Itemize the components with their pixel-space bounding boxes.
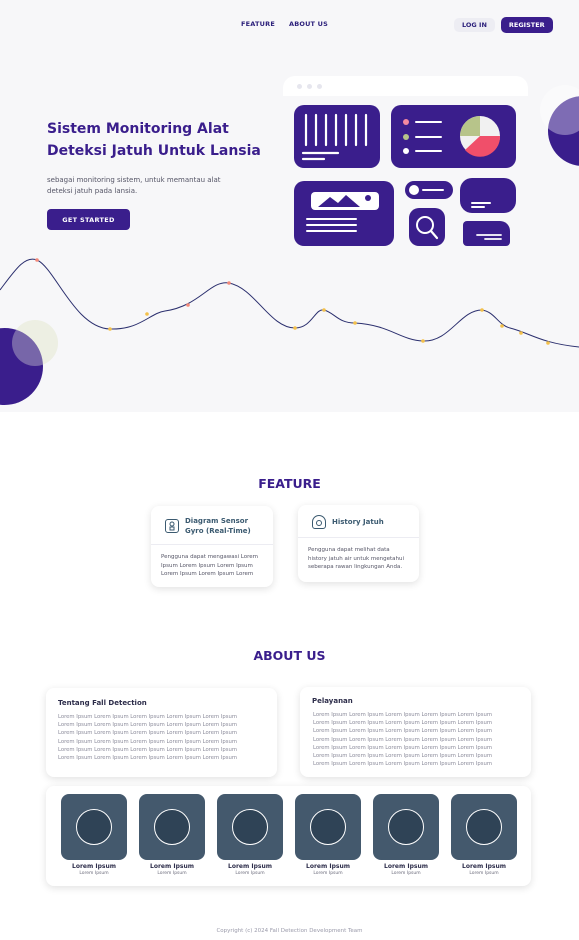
- about-text-line: Lorem Ipsum Lorem Ipsum Lorem Ipsum Lore…: [313, 753, 493, 760]
- feature-card-body: Pengguna dapat mengawasi Lorem Ipsum Lor…: [161, 554, 259, 577]
- footer-copyright: Copyright (c) 2024 Fall Detection Develo…: [216, 928, 363, 934]
- hero-section: FEATURE ABOUT US LOG IN REGISTER Sistem …: [0, 0, 579, 412]
- about-text-line: Lorem Ipsum Lorem Ipsum Lorem Ipsum Lore…: [313, 720, 493, 727]
- feature-title: FEATURE: [258, 476, 321, 491]
- toggle-icon: [405, 181, 453, 199]
- sensor-icon: [165, 519, 179, 533]
- team-member[interactable]: Lorem Ipsum Lorem Ipsum: [139, 794, 205, 876]
- about-text-line: Lorem Ipsum Lorem Ipsum Lorem Ipsum Lore…: [313, 728, 493, 735]
- feature-card-history[interactable]: History Jatuh Pengguna dapat melihat dat…: [298, 505, 419, 582]
- member-role: Lorem Ipsum: [79, 871, 109, 876]
- about-text-line: Lorem Ipsum Lorem Ipsum Lorem Ipsum Lore…: [58, 755, 238, 762]
- about-card-pelayanan: Pelayanan Lorem Ipsum Lorem Ipsum Lorem …: [300, 687, 531, 777]
- about-card-title: Tentang Fall Detection: [58, 699, 147, 707]
- nav-auth: LOG IN REGISTER: [454, 17, 553, 33]
- member-role: Lorem Ipsum: [157, 871, 187, 876]
- avatar: [61, 794, 127, 860]
- member-role: Lorem Ipsum: [469, 871, 499, 876]
- about-text-line: Lorem Ipsum Lorem Ipsum Lorem Ipsum Lore…: [313, 744, 493, 751]
- team-member[interactable]: Lorem Ipsum Lorem Ipsum: [217, 794, 283, 876]
- about-text-line: Lorem Ipsum Lorem Ipsum Lorem Ipsum Lore…: [313, 736, 493, 743]
- nav-link-feature[interactable]: FEATURE: [241, 20, 275, 28]
- chat-icon: [460, 178, 516, 213]
- nav-link-about-us[interactable]: ABOUT US: [289, 20, 328, 28]
- member-role: Lorem Ipsum: [391, 871, 421, 876]
- about-text-line: Lorem Ipsum Lorem Ipsum Lorem Ipsum Lore…: [58, 722, 238, 729]
- member-name: Lorem Ipsum: [462, 863, 506, 870]
- search-icon: [409, 208, 445, 246]
- about-card-fall-detection: Tentang Fall Detection Lorem Ipsum Lorem…: [46, 688, 277, 777]
- team-member[interactable]: Lorem Ipsum Lorem Ipsum: [451, 794, 517, 876]
- image-icon: [294, 181, 394, 246]
- bar-chart-icon: [294, 105, 380, 168]
- pie-chart-icon: [391, 105, 516, 168]
- team-member[interactable]: Lorem Ipsum Lorem Ipsum: [61, 794, 127, 876]
- history-icon: [312, 515, 326, 529]
- get-started-button[interactable]: GET STARTED: [47, 209, 130, 230]
- avatar: [217, 794, 283, 860]
- about-text-line: Lorem Ipsum Lorem Ipsum Lorem Ipsum Lore…: [58, 730, 238, 737]
- feature-card-title: History Jatuh: [332, 518, 384, 526]
- about-card-title: Pelayanan: [312, 697, 353, 705]
- feature-card-gyro[interactable]: Diagram Sensor Gyro (Real-Time) Pengguna…: [151, 506, 273, 587]
- about-text-line: Lorem Ipsum Lorem Ipsum Lorem Ipsum Lore…: [58, 746, 238, 753]
- login-button[interactable]: LOG IN: [454, 18, 495, 32]
- member-name: Lorem Ipsum: [150, 863, 194, 870]
- decor-circle-left-overlay: [12, 320, 58, 366]
- feature-card-title: Diagram Sensor Gyro (Real-Time): [185, 517, 251, 535]
- about-card-text: Lorem Ipsum Lorem Ipsum Lorem Ipsum Lore…: [46, 713, 277, 762]
- avatar: [139, 794, 205, 860]
- team-member[interactable]: Lorem Ipsum Lorem Ipsum: [295, 794, 361, 876]
- about-us-title: ABOUT US: [253, 648, 326, 663]
- message-icon: [463, 221, 510, 246]
- hero-title: Sistem Monitoring Alat Deteksi Jatuh Unt…: [47, 121, 261, 159]
- about-card-text: Lorem Ipsum Lorem Ipsum Lorem Ipsum Lore…: [300, 711, 531, 768]
- member-name: Lorem Ipsum: [384, 863, 428, 870]
- avatar: [373, 794, 439, 860]
- feature-card-body: Pengguna dapat melihat data history jatu…: [308, 547, 405, 570]
- about-text-line: Lorem Ipsum Lorem Ipsum Lorem Ipsum Lore…: [58, 738, 238, 745]
- member-role: Lorem Ipsum: [235, 871, 265, 876]
- member-name: Lorem Ipsum: [306, 863, 350, 870]
- member-name: Lorem Ipsum: [228, 863, 272, 870]
- illustration-window-bar: [283, 76, 528, 96]
- member-role: Lorem Ipsum: [313, 871, 343, 876]
- member-name: Lorem Ipsum: [72, 863, 116, 870]
- decor-circle-right-light: [540, 85, 579, 135]
- team-member[interactable]: Lorem Ipsum Lorem Ipsum: [373, 794, 439, 876]
- about-text-line: Lorem Ipsum Lorem Ipsum Lorem Ipsum Lore…: [313, 761, 493, 768]
- avatar: [295, 794, 361, 860]
- nav-links: FEATURE ABOUT US: [241, 20, 328, 28]
- avatar: [451, 794, 517, 860]
- register-button[interactable]: REGISTER: [500, 17, 553, 33]
- team-section: Lorem Ipsum Lorem Ipsum Lorem Ipsum Lore…: [46, 786, 531, 886]
- hero-description: sebagai monitoring sistem, untuk memanta…: [47, 176, 221, 195]
- about-text-line: Lorem Ipsum Lorem Ipsum Lorem Ipsum Lore…: [313, 712, 493, 718]
- about-text-line: Lorem Ipsum Lorem Ipsum Lorem Ipsum Lore…: [58, 714, 238, 720]
